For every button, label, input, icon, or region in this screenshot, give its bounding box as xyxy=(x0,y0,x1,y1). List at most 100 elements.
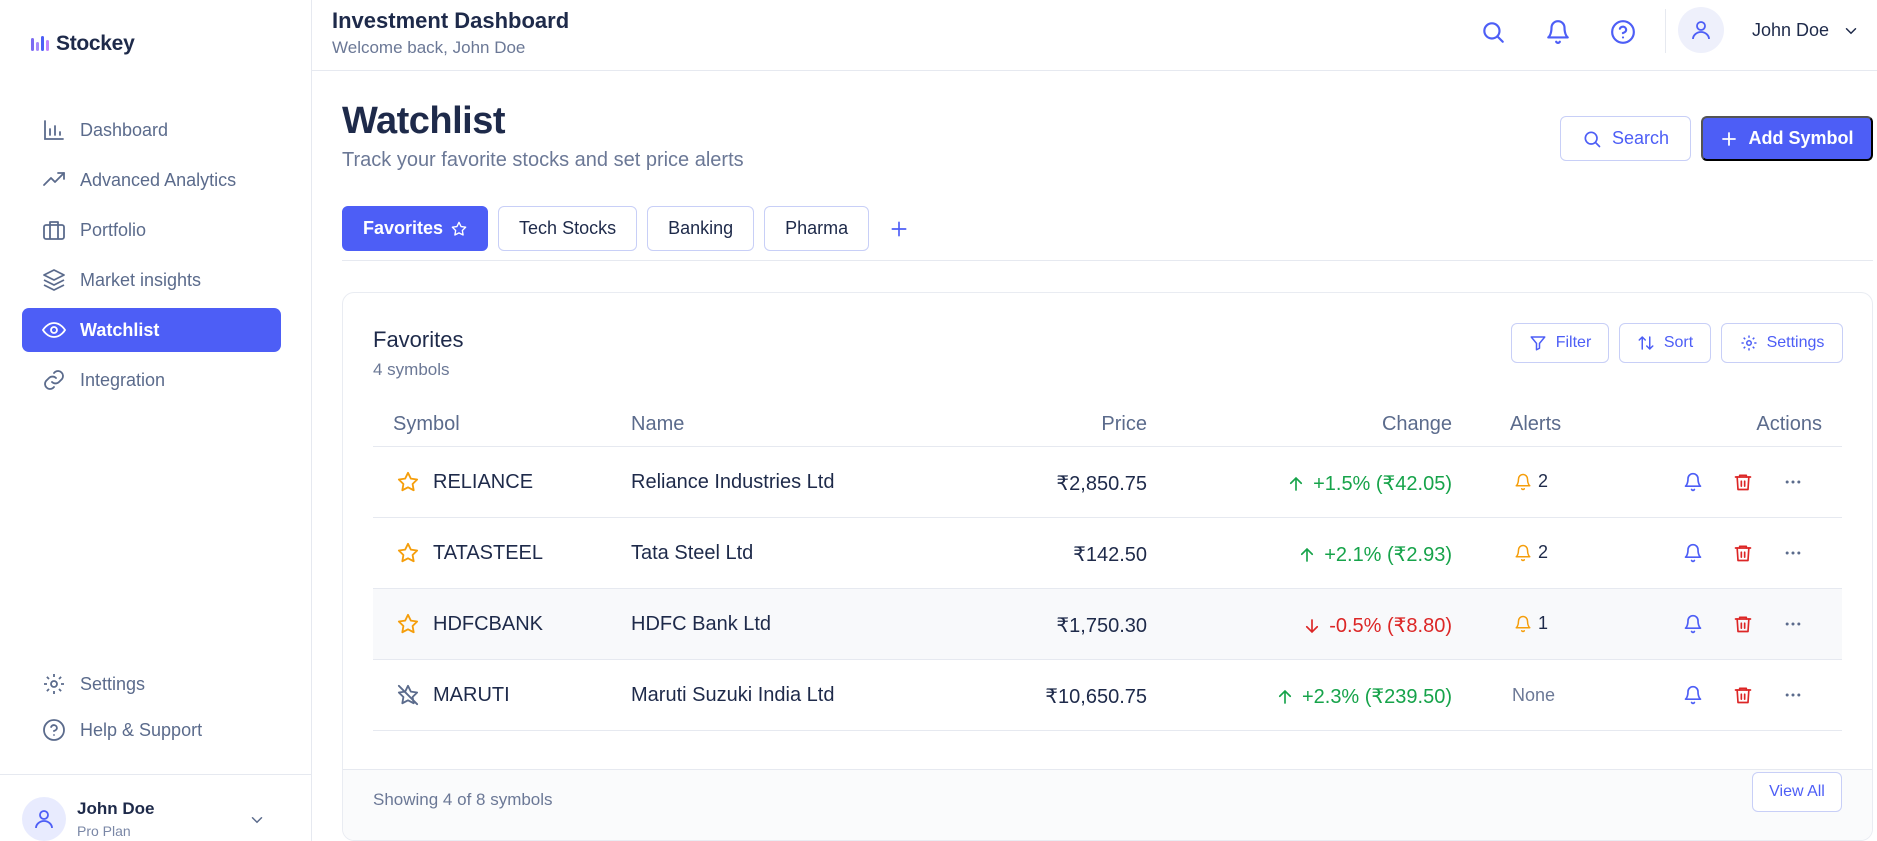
star-icon[interactable] xyxy=(397,613,419,635)
row-name: Maruti Suzuki India Ltd xyxy=(631,684,835,706)
delete-button[interactable] xyxy=(1731,683,1755,707)
watchlist-card: Favorites 4 symbols Filter Sort Settings… xyxy=(342,292,1873,841)
row-name: Reliance Industries Ltd xyxy=(631,471,835,493)
star-icon[interactable] xyxy=(397,542,419,564)
sort-label: Sort xyxy=(1663,334,1694,351)
column-header-name[interactable]: Name xyxy=(631,413,684,436)
bell-icon xyxy=(1515,544,1531,561)
set-alert-button[interactable] xyxy=(1681,470,1705,494)
sidebar-item-dashboard[interactable]: Dashboard xyxy=(22,108,281,152)
row-price: ₹2,850.75 xyxy=(1056,473,1147,495)
sidebar-item-watchlist[interactable]: Watchlist xyxy=(22,308,281,352)
bell-icon xyxy=(1684,685,1702,705)
bell-icon xyxy=(1515,615,1531,632)
sort-button[interactable]: Sort xyxy=(1619,323,1711,363)
arrow-up-icon xyxy=(1290,476,1303,491)
delete-button[interactable] xyxy=(1731,612,1755,636)
tab-favorites[interactable]: Favorites xyxy=(342,206,489,251)
chevron-down-icon[interactable] xyxy=(1842,22,1860,40)
trash-icon xyxy=(1734,687,1752,704)
star-off-icon[interactable] xyxy=(397,684,419,706)
sidebar-item-label: Watchlist xyxy=(80,319,160,340)
row-change: +2.3% (₹239.50) xyxy=(1276,684,1452,709)
delete-button[interactable] xyxy=(1731,470,1755,494)
card-settings-button[interactable]: Settings xyxy=(1721,323,1843,363)
brand-logo[interactable]: Stockey xyxy=(30,32,135,56)
filter-label: Filter xyxy=(1555,334,1592,351)
star-icon[interactable] xyxy=(397,471,419,493)
sidebar-nav: Dashboard Advanced Analytics Portfolio M… xyxy=(22,108,281,408)
watchlist-tabs: Favorites Tech Stocks Banking Pharma xyxy=(342,206,919,251)
set-alert-button[interactable] xyxy=(1681,683,1705,707)
row-symbol: HDFCBANK xyxy=(433,613,544,635)
search-button[interactable]: Search xyxy=(1560,116,1691,161)
plus-icon xyxy=(1722,131,1737,146)
link-icon xyxy=(44,370,64,390)
column-header-actions: Actions xyxy=(1756,413,1822,435)
sidebar-item-settings[interactable]: Settings xyxy=(22,664,281,704)
tab-pharma[interactable]: Pharma xyxy=(764,206,870,251)
sidebar-item-market-insights[interactable]: Market insights xyxy=(22,258,281,302)
more-options-button[interactable] xyxy=(1781,541,1805,565)
avatar xyxy=(22,797,66,841)
table-row[interactable]: HDFCBANK HDFC Bank Ltd ₹1,750.30 -0.5% (… xyxy=(373,589,1842,660)
sidebar-item-integration[interactable]: Integration xyxy=(22,358,281,402)
watchlist-table: Symbol Name Price Change Alerts Actions … xyxy=(373,403,1842,731)
row-symbol: TATASTEEL xyxy=(433,542,544,564)
more-horizontal-icon xyxy=(1785,693,1801,697)
sidebar-item-label: Settings xyxy=(80,673,146,694)
gear-icon xyxy=(1741,335,1757,351)
column-header-change[interactable]: Change xyxy=(1382,413,1452,436)
table-row[interactable]: MARUTI Maruti Suzuki India Ltd ₹10,650.7… xyxy=(373,660,1842,731)
sidebar-item-portfolio[interactable]: Portfolio xyxy=(22,208,281,252)
bar-chart-icon xyxy=(44,120,64,140)
card-title: Favorites xyxy=(373,327,464,352)
add-symbol-button[interactable]: Add Symbol xyxy=(1701,116,1873,161)
tab-tech-stocks[interactable]: Tech Stocks xyxy=(498,206,638,251)
column-header-symbol[interactable]: Symbol xyxy=(393,413,460,436)
notifications-button[interactable] xyxy=(1543,17,1573,47)
row-change-value: +2.3% (₹239.50) xyxy=(1301,686,1452,708)
sidebar-user-menu[interactable]: John Doe Pro Plan xyxy=(0,774,312,841)
tab-banking[interactable]: Banking xyxy=(647,206,755,251)
arrow-down-icon xyxy=(1306,618,1319,633)
header-user-name[interactable]: John Doe xyxy=(1752,20,1829,41)
pagination-summary: Showing 4 of 8 symbols xyxy=(373,790,553,809)
header-search-button[interactable] xyxy=(1478,17,1508,47)
table-row[interactable]: RELIANCE Reliance Industries Ltd ₹2,850.… xyxy=(373,447,1842,518)
search-icon xyxy=(1483,22,1504,43)
more-horizontal-icon xyxy=(1785,480,1801,484)
row-change-value: +2.1% (₹2.93) xyxy=(1324,544,1452,566)
set-alert-button[interactable] xyxy=(1681,612,1705,636)
user-icon xyxy=(1692,21,1710,40)
sidebar-item-help[interactable]: Help & Support xyxy=(22,710,281,750)
page-subtitle: Track your favorite stocks and set price… xyxy=(342,149,744,171)
add-tab-button[interactable] xyxy=(879,206,919,251)
sidebar-bottom-nav: Settings Help & Support xyxy=(22,664,281,756)
help-button[interactable] xyxy=(1608,17,1638,47)
set-alert-button[interactable] xyxy=(1681,541,1705,565)
more-options-button[interactable] xyxy=(1781,612,1805,636)
trash-icon xyxy=(1734,545,1752,562)
briefcase-icon xyxy=(43,221,65,240)
chevron-down-icon[interactable] xyxy=(248,811,266,829)
row-symbol: MARUTI xyxy=(433,684,510,706)
avatar[interactable] xyxy=(1678,7,1724,53)
trash-icon xyxy=(1734,616,1752,633)
more-options-button[interactable] xyxy=(1781,683,1805,707)
star-icon xyxy=(451,221,467,236)
sidebar-item-advanced-analytics[interactable]: Advanced Analytics xyxy=(22,158,281,202)
view-all-button[interactable]: View All xyxy=(1752,772,1842,812)
brand-name: Stockey xyxy=(56,32,135,55)
row-change: -0.5% (₹8.80) xyxy=(1303,613,1452,638)
row-alerts: None xyxy=(1512,685,1556,705)
column-header-price[interactable]: Price xyxy=(1101,413,1147,436)
row-price: ₹1,750.30 xyxy=(1056,615,1147,637)
more-options-button[interactable] xyxy=(1781,470,1805,494)
table-row[interactable]: TATASTEEL Tata Steel Ltd ₹142.50 +2.1% (… xyxy=(373,518,1842,589)
filter-button[interactable]: Filter xyxy=(1511,323,1609,363)
delete-button[interactable] xyxy=(1731,541,1755,565)
more-horizontal-icon xyxy=(1785,622,1801,626)
trash-icon xyxy=(1734,474,1752,491)
column-header-alerts[interactable]: Alerts xyxy=(1510,413,1561,436)
